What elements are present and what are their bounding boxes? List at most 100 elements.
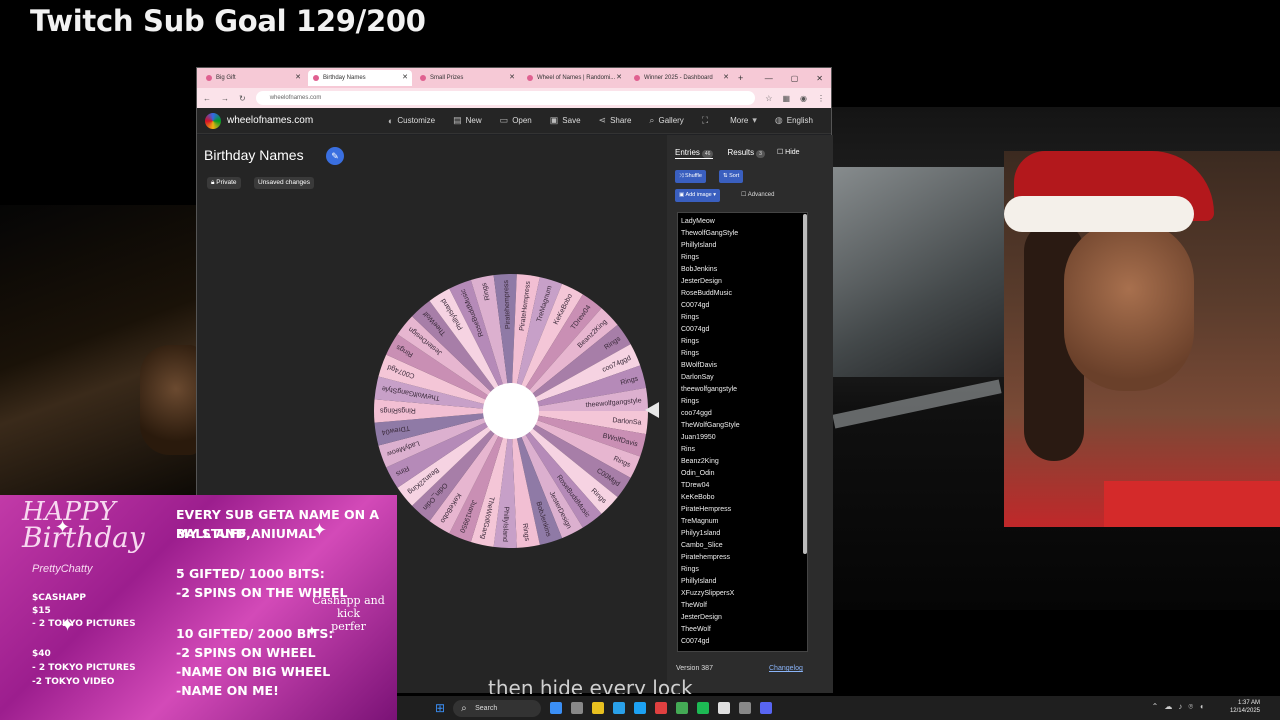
browser-tab[interactable]: Small Prizes ✕ [415, 70, 519, 86]
reload-icon[interactable]: ↻ [239, 94, 246, 103]
taskbar-app-icon[interactable] [697, 702, 710, 714]
forward-icon[interactable]: → [221, 94, 229, 103]
menu-item-open[interactable]: ▭ Open [500, 115, 532, 126]
close-tab-icon[interactable]: ✕ [723, 73, 729, 81]
entry-line[interactable]: coo74ggd [681, 408, 807, 420]
entry-line[interactable]: Juan19950 [681, 432, 807, 444]
extensions-icon[interactable]: ▦ [782, 94, 790, 103]
browser-tab[interactable]: Wheel of Names | Randomi... ✕ [522, 70, 626, 86]
bookmark-icon[interactable]: ☆ [765, 94, 772, 103]
promo-streamer-name: PrettyChatty [32, 563, 93, 575]
entry-line[interactable]: Rings [681, 336, 807, 348]
entry-line[interactable]: Rings [681, 396, 807, 408]
browser-tab[interactable]: Birthday Names ✕ [308, 70, 412, 86]
entry-line[interactable]: JesterDesign [681, 612, 807, 624]
entry-line[interactable]: C0074gd [681, 324, 807, 336]
menu-item-gallery[interactable]: ⌕ Gallery [649, 115, 683, 126]
entry-line[interactable]: DarlonSay [681, 372, 807, 384]
entry-line[interactable]: theewolfgangstyle [681, 384, 807, 396]
entry-line[interactable]: Philyy1sland [681, 528, 807, 540]
entries-scrollbar[interactable] [803, 214, 807, 554]
entry-line[interactable]: Rings [681, 252, 807, 264]
entry-line[interactable]: BobJenkins [681, 264, 807, 276]
entry-line[interactable]: JesterDesign [681, 276, 807, 288]
entry-line[interactable]: ThewolfGangStyle [681, 228, 807, 240]
taskbar-app-icon[interactable] [550, 702, 563, 714]
browser-tab[interactable]: Big Gift ✕ [201, 70, 305, 86]
menu-item-fullscreen[interactable]: ⛶ [702, 115, 712, 126]
close-tab-icon[interactable]: ✕ [402, 73, 408, 81]
minimize-icon[interactable]: — [765, 74, 773, 83]
entry-line[interactable]: Rings [681, 348, 807, 360]
entry-line[interactable]: XFuzzySlippersX [681, 588, 807, 600]
entry-line[interactable]: Odin_Odin [681, 468, 807, 480]
menu-item-share[interactable]: ⋖ Share [599, 115, 632, 126]
menu-item-new[interactable]: ▤ New [453, 115, 482, 126]
changelog-link[interactable]: Changelog [769, 665, 803, 672]
menu-item-english[interactable]: ◍ English [775, 115, 813, 126]
sort-button[interactable]: ⇅ Sort [719, 170, 744, 183]
close-tab-icon[interactable]: ✕ [616, 73, 622, 81]
wheel-center[interactable] [483, 383, 539, 439]
taskbar-app-icon[interactable] [676, 702, 689, 714]
entry-line[interactable]: Rings [681, 564, 807, 576]
entry-line[interactable]: Rings [681, 312, 807, 324]
taskbar-app-icon[interactable] [613, 702, 626, 714]
entry-line[interactable]: Rins [681, 444, 807, 456]
taskbar-app-icon[interactable] [739, 702, 752, 714]
entry-line[interactable]: PhillyIsland [681, 240, 807, 252]
private-badge[interactable]: 🔒︎ Private [207, 177, 241, 189]
entry-line[interactable]: LadyMeow [681, 216, 807, 228]
taskbar-app-icon[interactable] [571, 702, 584, 714]
entry-line[interactable]: C0074gd [681, 300, 807, 312]
entry-line[interactable]: RoseBuddMusic [681, 288, 807, 300]
edit-title-icon[interactable]: ✎ [326, 147, 344, 165]
url-input[interactable]: wheelofnames.com [255, 91, 756, 105]
advanced-checkbox[interactable]: ☐ Advanced [741, 191, 774, 198]
taskbar-app-icon[interactable] [718, 702, 731, 714]
entry-line[interactable]: TheWolf [681, 600, 807, 612]
wheel-logo-icon[interactable] [205, 112, 221, 129]
name-wheel[interactable]: DarlonSaBWolfDavisRingsC00MgdRingsRoseBu… [372, 272, 650, 550]
system-tray[interactable]: ⌃☁♪⌾◖ [1152, 702, 1210, 712]
taskbar-clock[interactable]: 1:37 AM 12/14/2025 [1230, 699, 1260, 715]
maximize-icon[interactable]: ▢ [791, 74, 799, 83]
close-window-icon[interactable]: ✕ [816, 74, 823, 83]
site-name[interactable]: wheelofnames.com [227, 115, 313, 126]
entry-line[interactable]: TheeWolf [681, 624, 807, 636]
entry-line[interactable]: C0074gd [681, 636, 807, 648]
new-tab-button[interactable]: + [738, 73, 743, 83]
taskbar-app-icon[interactable] [634, 702, 647, 714]
hide-checkbox[interactable]: ☐ Hide [777, 148, 800, 159]
back-icon[interactable]: ← [203, 94, 211, 103]
taskbar-app-icon[interactable] [655, 702, 668, 714]
entry-line[interactable]: KeKeBobo [681, 492, 807, 504]
menu-item-save[interactable]: ▣ Save [550, 115, 581, 126]
entry-line[interactable]: Piratehempress [681, 552, 807, 564]
taskbar-app-icon[interactable] [760, 702, 773, 714]
profile-icon[interactable]: ◉ [800, 94, 807, 103]
browser-tab[interactable]: Winner 2025 - Dashboard ✕ [629, 70, 733, 86]
add-image-button[interactable]: ▣ Add image ▾ [675, 189, 721, 202]
entries-textarea[interactable]: LadyMeow ThewolfGangStyle PhillyIsland Ring… [677, 212, 808, 652]
menu-item-customize[interactable]: ◐ Customize [388, 115, 435, 126]
menu-item-more[interactable]: More ▾ [730, 115, 757, 126]
entry-line[interactable]: PhillyIsland [681, 576, 807, 588]
kebab-menu-icon[interactable]: ⋮ [817, 94, 825, 103]
taskbar-search[interactable]: Search [453, 699, 542, 717]
taskbar-app-icon[interactable] [592, 702, 605, 714]
entry-line[interactable]: PirateHempress [681, 504, 807, 516]
shuffle-button[interactable]: ⤨ Shuffle [675, 170, 706, 183]
windows-start-icon[interactable]: ⊞ [435, 701, 445, 715]
entry-line[interactable]: Beanz2King [681, 456, 807, 468]
entry-line[interactable]: Cambo_Slice [681, 540, 807, 552]
entry-line[interactable]: BWolfDavis [681, 360, 807, 372]
close-tab-icon[interactable]: ✕ [509, 73, 515, 81]
promo-tier-40a: - 2 TOKYO PICTURES [32, 663, 136, 673]
tab-entries[interactable]: Entries 46 [675, 148, 714, 159]
entry-line[interactable]: TheWolfGangStyle [681, 420, 807, 432]
tab-results[interactable]: Results 3 [727, 148, 765, 159]
entry-line[interactable]: TreMagnum [681, 516, 807, 528]
entry-line[interactable]: TDrew04 [681, 480, 807, 492]
close-tab-icon[interactable]: ✕ [295, 73, 301, 81]
